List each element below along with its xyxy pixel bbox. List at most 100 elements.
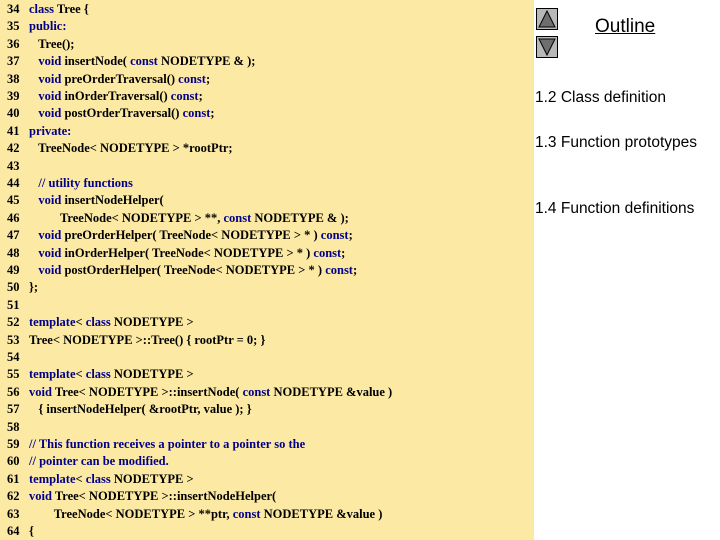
line-number: 37: [7, 54, 20, 69]
code-token: postOrderTraversal(): [61, 106, 183, 121]
code-text: void postOrderTraversal() const;: [29, 105, 215, 122]
code-keyword: const: [178, 71, 206, 86]
outline-item-class-definition[interactable]: 1.2 Class definition: [535, 88, 715, 107]
code-token: TreeNode< NODETYPE > **ptr,: [29, 506, 233, 521]
code-text: { insertNodeHelper( &rootPtr, value ); }: [29, 401, 252, 418]
code-text: void Tree< NODETYPE >::insertNodeHelper(: [29, 488, 276, 505]
code-text: void insertNode( const NODETYPE & );: [29, 53, 255, 70]
code-token: NODETYPE >: [110, 315, 194, 330]
line-number: 49: [7, 263, 20, 277]
code-keyword: const: [130, 54, 158, 69]
code-comment: // This function receives a pointer to a…: [29, 437, 306, 451]
code-token: Tree< NODETYPE >::insertNodeHelper(: [51, 489, 277, 504]
line-number: 39: [7, 89, 20, 103]
line-number: 57: [7, 402, 20, 417]
code-keyword: class: [29, 2, 54, 16]
code-token: insertNodeHelper(: [61, 193, 164, 208]
code-text: {: [29, 523, 34, 540]
code-token: ;: [341, 245, 346, 260]
triangle-up-icon: [538, 9, 556, 28]
code-text: // This function receives a pointer to a…: [29, 436, 305, 453]
code-token: postOrderHelper( TreeNode< NODETYPE > * …: [61, 263, 326, 277]
code-token: preOrderHelper( TreeNode< NODETYPE > * ): [61, 228, 321, 243]
code-keyword: const: [313, 245, 342, 260]
code-keyword: void: [38, 263, 62, 277]
code-keyword: template: [29, 471, 76, 486]
line-number: 61: [7, 471, 20, 486]
code-token: NODETYPE & );: [251, 210, 349, 225]
code-token: inOrderHelper( TreeNode< NODETYPE > * ): [61, 245, 314, 260]
line-number: 50: [7, 280, 20, 295]
code-keyword: void: [29, 489, 52, 504]
code-token: ;: [210, 106, 215, 121]
code-token: inOrderTraversal(): [61, 89, 171, 103]
code-keyword: const: [182, 106, 211, 121]
line-number: 52: [7, 315, 20, 330]
code-token: { insertNodeHelper( &rootPtr, value ); }: [29, 402, 252, 417]
code-text: template< class NODETYPE >: [29, 366, 194, 383]
code-listing-panel: 34 class Tree { 35 public: 36 Tree(); 37 void…: [0, 0, 534, 540]
code-keyword: const: [223, 210, 252, 225]
line-number: 43: [7, 158, 20, 173]
code-token: Tree< NODETYPE >::Tree() { rootPtr = 0; …: [29, 332, 266, 347]
code-token: ;: [352, 263, 358, 277]
code-keyword: void: [38, 106, 62, 121]
code-keyword: template: [29, 367, 76, 382]
line-number: 34: [7, 2, 20, 16]
code-text: class Tree {: [29, 1, 89, 18]
code-token: insertNode(: [61, 54, 131, 69]
code-token: TreeNode< NODETYPE > *rootPtr;: [29, 141, 233, 156]
line-number: 45: [7, 193, 20, 208]
line-number: 62: [7, 489, 20, 504]
outline-item-function-prototypes[interactable]: 1.3 Function prototypes: [535, 133, 715, 152]
line-number: 60: [7, 454, 20, 469]
code-keyword: const: [325, 263, 353, 277]
code-text: public:: [29, 18, 67, 35]
code-text: TreeNode< NODETYPE > *rootPtr;: [29, 140, 233, 157]
previous-slide-button[interactable]: [536, 8, 558, 30]
code-token: Tree();: [29, 36, 75, 51]
line-number: 51: [7, 297, 20, 312]
code-token: TreeNode< NODETYPE > **,: [29, 210, 224, 225]
code-text: TreeNode< NODETYPE > **, const NODETYPE …: [29, 210, 349, 227]
code-token: ;: [205, 71, 211, 86]
code-token: <: [75, 367, 86, 382]
code-keyword: void: [38, 228, 62, 243]
line-number: 54: [7, 350, 20, 364]
code-token: NODETYPE &value ): [270, 384, 393, 399]
next-slide-button[interactable]: [536, 36, 558, 58]
line-number: 48: [7, 245, 20, 260]
code-keyword: void: [38, 193, 62, 208]
code-text: // utility functions: [29, 175, 132, 192]
code-token: Tree {: [54, 2, 89, 16]
line-number: 46: [7, 210, 20, 225]
line-number: 35: [7, 19, 20, 34]
code-text: void inOrderTraversal() const;: [29, 88, 202, 105]
line-number: 40: [7, 106, 20, 121]
triangle-down-icon: [538, 38, 556, 57]
code-text: Tree< NODETYPE >::Tree() { rootPtr = 0; …: [29, 332, 265, 349]
line-number: 59: [7, 437, 20, 451]
code-text: TreeNode< NODETYPE > **ptr, const NODETY…: [29, 506, 383, 523]
line-number: 44: [7, 176, 20, 190]
code-keyword: const: [242, 384, 271, 399]
code-keyword: void: [38, 245, 62, 260]
code-text: void insertNodeHelper(: [29, 192, 164, 209]
code-token: };: [29, 280, 39, 295]
code-text: void preOrderTraversal() const;: [29, 71, 210, 88]
outline-item-function-definitions[interactable]: 1.4 Function definitions: [535, 199, 715, 218]
code-token: ;: [348, 228, 353, 243]
line-number: 36: [7, 36, 20, 51]
code-text: template< class NODETYPE >: [29, 314, 194, 331]
code-keyword: const: [232, 506, 261, 521]
line-number: 47: [7, 228, 20, 243]
code-keyword: const: [320, 228, 349, 243]
code-keyword: template: [29, 315, 76, 330]
code-text: };: [29, 279, 38, 296]
